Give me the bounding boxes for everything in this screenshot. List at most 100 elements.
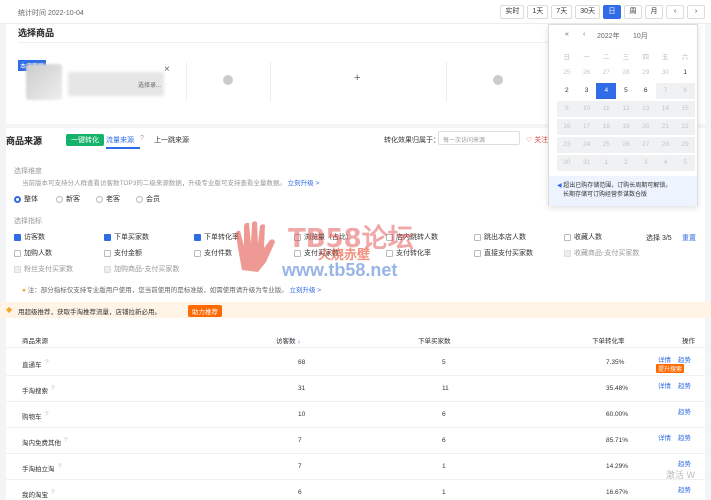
source-name: 手淘拍立淘 [22, 466, 55, 473]
trend-link[interactable]: 趋势 [678, 406, 691, 416]
radio-member[interactable]: 会员 [136, 194, 160, 204]
calendar-day[interactable]: 30 [656, 65, 676, 81]
help-icon[interactable]: ? [45, 359, 49, 366]
calendar-day[interactable]: 2 [557, 83, 577, 99]
boost-search-tag[interactable]: 提升搜索 [656, 364, 685, 373]
buyers-value: 1 [442, 489, 446, 496]
trend-link[interactable]: 趋势 [678, 484, 691, 494]
radio-new[interactable]: 新客 [56, 194, 80, 204]
trend-link[interactable]: 趋势 [678, 380, 691, 390]
radio-old[interactable]: 老客 [96, 194, 120, 204]
weekday-label: 三 [622, 54, 630, 61]
table-row: 直通车? 68 5 7.35% 详情 趋势 提升搜索 [6, 350, 705, 376]
col-visitors[interactable]: 访客数 ↓ [276, 335, 301, 345]
dimension-label: 选择维度 [14, 168, 42, 175]
sort-down-icon[interactable]: ↓ [297, 338, 300, 345]
metric-checkbox[interactable]: 支付件数 [194, 248, 232, 258]
metric-label: 选择指标 [14, 218, 42, 225]
calendar-day[interactable]: 3 [577, 83, 597, 99]
checkbox-box [564, 249, 571, 257]
help-icon[interactable]: ? [58, 463, 62, 470]
calendar-tip-line2[interactable]: 长期存储可订购经营参谋数仓版 [563, 192, 647, 198]
calendar-day[interactable]: 28 [616, 65, 636, 81]
boost-recommend-button[interactable]: 助力推荐 [188, 305, 222, 317]
radio-all[interactable]: 整体 [14, 194, 38, 204]
calendar-day: 10 [576, 101, 597, 117]
range-1day-button[interactable]: 1天 [527, 5, 549, 19]
range-realtime-button[interactable]: 实时 [500, 5, 525, 19]
calendar-day[interactable]: 26 [577, 65, 597, 81]
buyers-value: 6 [442, 411, 446, 418]
conversion-attribution-select[interactable]: 每一次访问来源 [438, 131, 520, 145]
help-icon[interactable]: ? [64, 437, 68, 444]
calendar-day[interactable]: 27 [596, 65, 616, 81]
metric-note-text: 注：部分指标仅支持专业版用户使用，您当前使用的是标准版，如需使用请升级为专业版。 [27, 287, 288, 294]
metric-checkbox[interactable]: 直接支付买家数 [474, 248, 533, 258]
checkbox-box [564, 233, 571, 241]
date-picker-popup: « ‹ 2022年 10月 日一二三四五六 25 26 27 28 29 30 1 2 3 4 5 6… [548, 24, 698, 206]
remove-goods-icon[interactable]: × [164, 64, 170, 75]
calendar-day-selected[interactable]: 4 [596, 83, 617, 99]
trend-link[interactable]: 趋势 [678, 354, 691, 364]
source-name: 我的淘宝 [22, 492, 48, 499]
empty-slot-dot [493, 75, 503, 85]
follow-button[interactable]: ♡ 关注 [526, 135, 548, 145]
radio-circle [96, 195, 103, 203]
metric-checkbox[interactable]: 访客数 [14, 232, 45, 242]
help-icon[interactable]: ? [51, 489, 55, 496]
calendar-days: 25 26 27 28 29 30 1 2 3 4 5 6 7 8 9 10 11 12 13 14 15 16 17 18 1… [557, 65, 695, 171]
stat-time: 统计时间 2022-10-04 [18, 10, 84, 17]
calendar-day[interactable]: 1 [675, 65, 695, 81]
range-week-button[interactable]: 周 [624, 5, 642, 19]
prev-month-icon[interactable]: ‹ [583, 31, 585, 38]
help-icon[interactable]: ? [45, 411, 49, 418]
detail-link[interactable]: 详情 [658, 432, 671, 442]
range-day-button[interactable]: 日 [603, 5, 621, 19]
dimension-note-text: 当前版本可支持分人群查看访客数TOP3的二级来源数据，升级专业版可支持查看全量数… [22, 180, 286, 187]
upgrade-link[interactable]: 立刻升级 > [288, 180, 320, 187]
next-period-button[interactable]: › [687, 5, 705, 19]
calendar-day: 4 [655, 155, 676, 171]
range-7day-button[interactable]: 7天 [551, 5, 573, 19]
calendar-day[interactable]: 25 [557, 65, 577, 81]
one-click-convert-button[interactable]: 一键转化 [66, 134, 104, 146]
goods-subtext: 选择录... [138, 83, 162, 89]
range-month-button[interactable]: 月 [645, 5, 663, 19]
prev-period-button[interactable]: ‹ [666, 5, 684, 19]
goods-thumbnail[interactable] [26, 64, 62, 100]
detail-link[interactable]: 详情 [658, 380, 671, 390]
table-row: 淘内免费其他? 7 6 85.71% 详情 趋势 [6, 428, 705, 454]
range-30day-button[interactable]: 30天 [575, 5, 600, 19]
reset-link[interactable]: 重置 [682, 233, 696, 243]
trend-link[interactable]: 趋势 [678, 432, 691, 442]
weekday-label: 四 [642, 54, 649, 61]
weekday-label: 六 [681, 54, 689, 61]
tab-previous-source[interactable]: 上一跳来源 [154, 135, 189, 145]
calendar-month[interactable]: 10月 [633, 31, 648, 41]
add-goods-icon[interactable]: + [354, 72, 360, 84]
metric-checkbox[interactable]: 跳出本店人数 [474, 232, 526, 242]
calendar-day[interactable]: 6 [636, 83, 656, 99]
visitors-value: 10 [298, 411, 306, 418]
calendar-day: 26 [616, 137, 636, 153]
tab-traffic-source[interactable]: 流量来源 [106, 135, 134, 145]
trend-link[interactable]: 趋势 [678, 458, 691, 468]
calendar-day: 23 [557, 137, 577, 153]
help-icon[interactable]: ? [140, 135, 144, 142]
help-icon[interactable]: ? [51, 385, 55, 392]
metric-checkbox[interactable]: 下单买家数 [104, 232, 149, 242]
metric-upgrade-link[interactable]: 立刻升级 > [290, 287, 322, 294]
checkbox-box [14, 233, 21, 241]
calendar-day[interactable]: 5 [616, 83, 636, 99]
prev-year-icon[interactable]: « [565, 31, 569, 38]
checkbox-box [104, 265, 111, 273]
visitors-value: 7 [298, 463, 302, 470]
metric-checkbox[interactable]: 支付金额 [104, 248, 142, 258]
calendar-day: 7 [655, 83, 676, 99]
detail-link[interactable]: 详情 [658, 354, 671, 364]
calendar-day[interactable]: 29 [636, 65, 656, 81]
promo-bar: ◆ 用超级推荐，获取手淘推荐流量，店铺拉新必用。 助力推荐 [0, 302, 711, 318]
metric-checkbox[interactable]: 加购人数 [14, 248, 52, 258]
metric-checkbox[interactable]: 收藏人数 [564, 232, 602, 242]
calendar-year[interactable]: 2022年 [597, 31, 620, 41]
